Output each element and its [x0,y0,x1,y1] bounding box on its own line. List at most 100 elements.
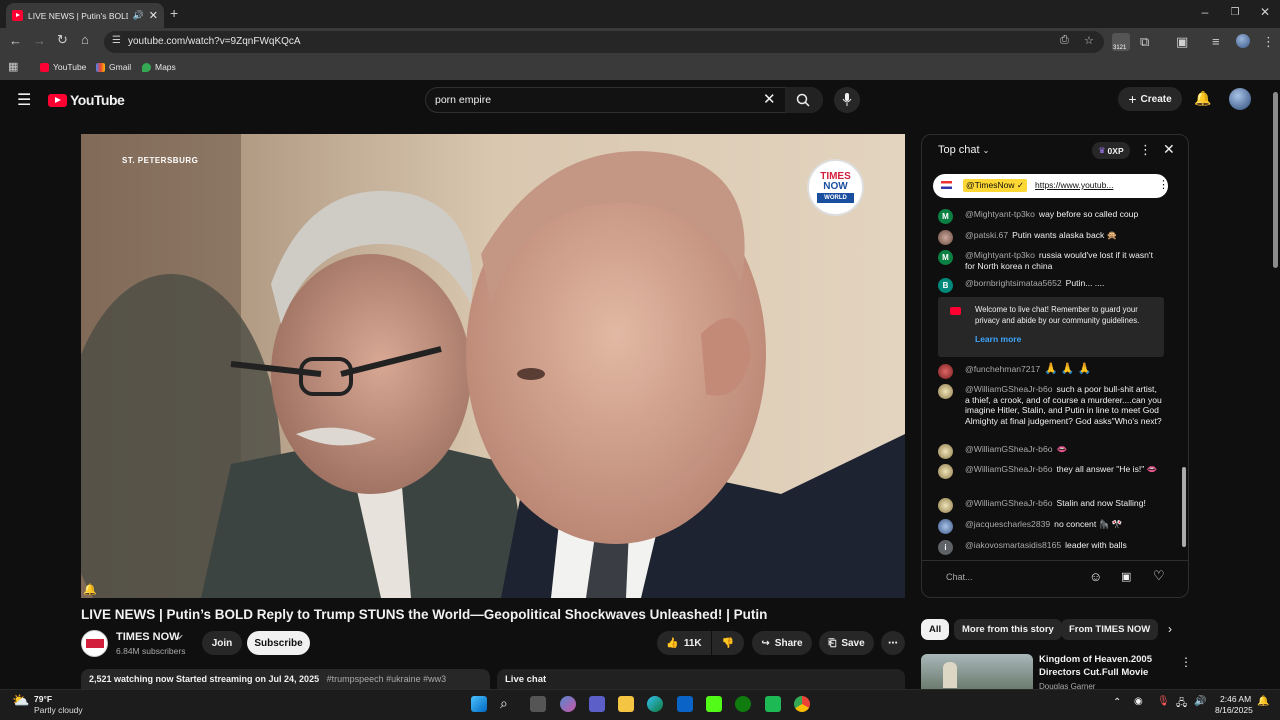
description-box[interactable]: 2,521 watching now Started streaming on … [81,669,490,691]
more-actions-button[interactable]: ⋯ [881,631,905,655]
notifications-bell-icon[interactable]: 🔔 [1194,90,1211,107]
tray-chevron-icon[interactable]: ⌃ [1113,697,1121,708]
chip-more-from-story[interactable]: More from this story [954,619,1062,640]
microphone-tray-icon[interactable]: 🎙 [1157,696,1170,707]
chip-from-channel[interactable]: From TIMES NOW [1061,619,1159,640]
chips-next-icon[interactable]: › [1168,622,1172,636]
file-explorer-icon[interactable] [618,696,634,712]
avatar[interactable]: i [938,540,953,555]
heart-icon[interactable]: ♡ [1153,568,1165,584]
chat-author[interactable]: @iakovosmartasidis8165 [965,540,1061,550]
channel-avatar[interactable] [81,630,108,657]
chat-mode-selector[interactable]: Top chat ⌄ [938,144,989,156]
chat-author[interactable]: @jacquescharles2839 [965,519,1050,529]
avatar[interactable] [938,364,953,379]
home-icon[interactable]: ⌂ [81,32,89,47]
avatar[interactable]: B [938,278,953,293]
kick-icon[interactable] [706,696,722,712]
teams-icon[interactable] [589,696,605,712]
task-view-icon[interactable] [530,696,546,712]
speaker-icon[interactable]: 🔊 [133,10,144,21]
mail-icon[interactable] [677,696,693,712]
bookmark-youtube[interactable]: YouTube [40,62,86,72]
like-button[interactable]: 👍 11K [657,631,711,655]
avatar[interactable] [938,384,953,399]
chat-author[interactable]: @WilliamGSheaJr-b6o [965,444,1053,454]
live-bell-icon[interactable]: 🔔 [83,583,97,596]
chip-all[interactable]: All [921,619,950,640]
clear-search-icon[interactable]: ✕ [763,90,776,108]
back-icon[interactable]: ← [9,33,22,48]
reload-icon[interactable]: ↻ [57,32,68,48]
chat-author[interactable]: @WilliamGSheaJr-b6o [965,384,1053,394]
xp-badge[interactable]: ♛ 0XP [1092,142,1130,159]
notification-icon[interactable]: 🔔 [1257,696,1269,707]
chat-author[interactable]: @bornbrightsimataa5652 [965,278,1062,288]
learn-more-link[interactable]: Learn more [975,334,1021,344]
avatar[interactable] [938,230,953,245]
channel-name[interactable]: TIMES NOW [116,631,180,643]
forward-icon[interactable]: → [33,33,46,48]
xbox-icon[interactable] [735,696,751,712]
edge-icon[interactable] [647,696,663,712]
search-button[interactable] [785,87,823,113]
window-close-icon[interactable]: ✕ [1250,5,1280,19]
chat-author[interactable]: @Mightyant-tp3ko [965,250,1035,260]
network-icon[interactable]: 🖧 [1176,696,1187,713]
avatar[interactable]: M [938,209,953,224]
bookmark-star-icon[interactable]: ☆ [1084,34,1094,47]
chat-scrollbar[interactable] [1182,171,1186,555]
bookmark-maps[interactable]: Maps [142,62,176,72]
pinned-message[interactable]: @TimesNow ✓ https://www.youtub... ⋮ [933,174,1169,198]
maximize-icon[interactable]: ❐ [1220,7,1250,18]
install-app-icon[interactable]: ⎙ [1060,34,1069,47]
copilot-icon[interactable] [560,696,576,712]
voice-search-button[interactable] [834,87,860,113]
profile-avatar-icon[interactable] [1236,34,1250,48]
chat-author[interactable]: @Mightyant-tp3ko [965,209,1035,219]
pinned-link[interactable]: https://www.youtub... [1035,180,1113,190]
related-thumbnail[interactable] [921,654,1033,690]
avatar[interactable] [938,464,953,479]
browser-menu-icon[interactable]: ⋮ [1262,34,1275,50]
chat-author[interactable]: @patski.67 [965,230,1008,240]
site-info-icon[interactable]: ☰ [112,35,121,46]
avatar[interactable]: M [938,250,953,265]
address-bar[interactable]: ☰ youtube.com/watch?v=9ZqnFWqKQcA ⎙ ☆ [104,31,1104,53]
join-button[interactable]: Join [202,631,242,655]
emoji-icon[interactable]: ☺ [1089,569,1102,584]
media-icon[interactable]: ≡ [1212,34,1220,49]
chat-close-icon[interactable]: ✕ [1163,141,1175,158]
windows-start-icon[interactable] [471,696,487,712]
tab-close-icon[interactable]: ✕ [149,9,158,22]
save-button[interactable]: ⎗ Save [819,631,874,655]
apps-grid-icon[interactable]: ▦ [8,60,18,73]
taskbar-search-icon[interactable]: ⌕ [500,695,508,712]
tray-app-icon[interactable]: ◉ [1134,696,1143,707]
minimize-icon[interactable]: – [1190,5,1220,19]
video-player[interactable]: ST. PETERSBURG TIMES NOW WORLD 🔔 [81,134,905,598]
avatar[interactable] [938,519,953,534]
weather-icon[interactable]: ⛅ [12,692,29,709]
description-tags[interactable]: #trumpspeech #ukraine #ww3 [327,674,447,684]
super-chat-icon[interactable]: ▣ [1121,570,1131,583]
related-more-icon[interactable]: ⋮ [1180,655,1192,669]
hamburger-menu-icon[interactable]: ☰ [17,90,31,110]
chat-author[interactable]: @funchehman7217 [965,364,1040,374]
scrollbar-thumb[interactable] [1182,467,1186,547]
chat-input[interactable]: Chat... [936,567,1106,589]
related-title[interactable]: Kingdom of Heaven.2005 Directors Cut.Ful… [1039,654,1159,679]
avatar[interactable] [938,498,953,513]
taskbar-date[interactable]: 8/16/2025 [1215,705,1253,715]
volume-icon[interactable]: 🔊 [1194,696,1206,707]
account-avatar[interactable] [1229,88,1251,110]
share-button[interactable]: ↪ Share [752,631,812,655]
dislike-button[interactable]: 👎 [712,631,744,655]
page-scrollbar-thumb[interactable] [1273,92,1278,268]
subscribe-button[interactable]: Subscribe [247,631,310,655]
chat-author[interactable]: @WilliamGSheaJr-b6o [965,498,1053,508]
pinned-more-icon[interactable]: ⋮ [1158,178,1169,191]
new-tab-icon[interactable]: + [170,5,178,21]
create-button[interactable]: + Create [1118,87,1182,111]
taskbar-time[interactable]: 2:46 AM [1220,694,1251,704]
